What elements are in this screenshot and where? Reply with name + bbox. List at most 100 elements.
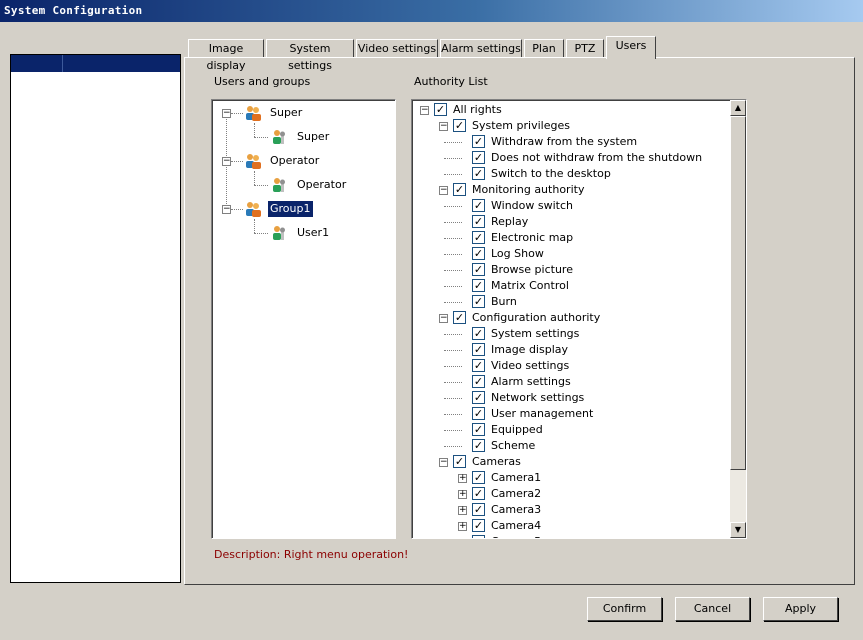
authority-item[interactable]: ✓ Matrix Control <box>412 278 730 294</box>
checkbox[interactable]: ✓ <box>472 215 485 228</box>
authority-item[interactable]: − ✓ All rights <box>412 102 730 118</box>
confirm-button[interactable]: Confirm <box>587 597 662 621</box>
checkbox[interactable]: ✓ <box>472 167 485 180</box>
authority-item[interactable]: ✓ Equipped <box>412 422 730 438</box>
checkbox[interactable]: ✓ <box>472 439 485 452</box>
users-groups-tree[interactable]: − Super Super − Operator Operator − Grou… <box>211 99 396 539</box>
authority-item[interactable]: ✓ User management <box>412 406 730 422</box>
checkbox[interactable]: ✓ <box>453 183 466 196</box>
tab-system-settings[interactable]: System settings <box>266 39 354 72</box>
authority-item[interactable]: ✓ Burn <box>412 294 730 310</box>
checkbox[interactable]: ✓ <box>472 343 485 356</box>
tree-connector <box>444 270 462 271</box>
authority-item[interactable]: + ✓ Camera4 <box>412 518 730 534</box>
authority-item[interactable]: ✓ Withdraw from the system <box>412 134 730 150</box>
left-list-column-1[interactable] <box>11 55 63 72</box>
authority-item[interactable]: ✓ Replay <box>412 214 730 230</box>
authority-item[interactable]: − ✓ Monitoring authority <box>412 182 730 198</box>
authority-scrollbar[interactable]: ▲ ▼ <box>730 100 746 538</box>
expand-icon[interactable]: + <box>458 474 467 483</box>
tab-alarm-settings[interactable]: Alarm settings <box>440 39 522 58</box>
authority-item[interactable]: ✓ Scheme <box>412 438 730 454</box>
authority-item[interactable]: + ✓ Camera2 <box>412 486 730 502</box>
authority-item[interactable]: ✓ Log Show <box>412 246 730 262</box>
expand-icon[interactable]: + <box>458 522 467 531</box>
collapse-icon[interactable]: − <box>420 106 429 115</box>
authority-item[interactable]: + ✓ Camera3 <box>412 502 730 518</box>
checkbox[interactable]: ✓ <box>472 247 485 260</box>
checkbox[interactable]: ✓ <box>453 455 466 468</box>
tab-ptz[interactable]: PTZ <box>566 39 604 58</box>
checkbox[interactable] <box>472 535 485 538</box>
collapse-icon[interactable]: − <box>222 205 231 214</box>
checkbox[interactable]: ✓ <box>472 199 485 212</box>
scroll-thumb[interactable] <box>730 116 746 470</box>
collapse-icon[interactable]: − <box>439 458 448 467</box>
checkbox[interactable]: ✓ <box>472 519 485 532</box>
checkbox[interactable]: ✓ <box>472 487 485 500</box>
cancel-button[interactable]: Cancel <box>675 597 750 621</box>
group-icon <box>246 202 261 217</box>
authority-item[interactable]: ✓ Image display <box>412 342 730 358</box>
authority-item[interactable]: ✓ Browse picture <box>412 262 730 278</box>
collapse-icon[interactable]: − <box>222 109 231 118</box>
checkbox[interactable]: ✓ <box>472 279 485 292</box>
checkbox[interactable]: ✓ <box>472 263 485 276</box>
tab-plan[interactable]: Plan <box>524 39 564 58</box>
checkbox[interactable]: ✓ <box>434 103 447 116</box>
checkbox[interactable]: ✓ <box>472 327 485 340</box>
user-key-icon <box>273 130 285 144</box>
tree-connector <box>444 158 462 159</box>
checkbox[interactable]: ✓ <box>472 151 485 164</box>
authority-item-label: Window switch <box>491 199 573 212</box>
checkbox[interactable]: ✓ <box>472 295 485 308</box>
tab-video-settings[interactable]: Video settings <box>356 39 438 58</box>
apply-button[interactable]: Apply <box>763 597 838 621</box>
checkbox[interactable]: ✓ <box>472 375 485 388</box>
authority-item[interactable]: ✓ Switch to the desktop <box>412 166 730 182</box>
authority-item[interactable]: − ✓ System privileges <box>412 118 730 134</box>
authority-item[interactable]: ✓ Window switch <box>412 198 730 214</box>
authority-item-label: Burn <box>491 295 517 308</box>
scroll-up-button[interactable]: ▲ <box>730 100 746 116</box>
authority-item[interactable]: ✓ Does not withdraw from the shutdown <box>412 150 730 166</box>
checkbox[interactable]: ✓ <box>472 407 485 420</box>
collapse-icon[interactable]: − <box>439 122 448 131</box>
checkbox[interactable]: ✓ <box>472 423 485 436</box>
expand-icon[interactable]: + <box>458 490 467 499</box>
authority-item-label: Cameras <box>472 455 521 468</box>
tree-connector <box>444 302 462 303</box>
authority-item[interactable]: ✓ Electronic map <box>412 230 730 246</box>
tab-image-display[interactable]: Image display <box>188 39 264 72</box>
collapse-icon[interactable]: − <box>222 157 231 166</box>
authority-item[interactable]: − ✓ Cameras <box>412 454 730 470</box>
authority-tree[interactable]: − ✓ All rights − ✓ System privileges ✓ Withdraw… <box>411 99 747 539</box>
authority-item[interactable]: ✓ Alarm settings <box>412 374 730 390</box>
description-text: Description: Right menu operation! <box>214 548 409 561</box>
authority-item-label: Image display <box>491 343 569 356</box>
expand-icon[interactable]: + <box>458 506 467 515</box>
checkbox[interactable]: ✓ <box>472 135 485 148</box>
authority-item-label: System privileges <box>472 119 570 132</box>
checkbox[interactable]: ✓ <box>472 471 485 484</box>
authority-item[interactable]: ✓ Video settings <box>412 358 730 374</box>
checkbox[interactable]: ✓ <box>472 391 485 404</box>
authority-item[interactable]: − ✓ Configuration authority <box>412 310 730 326</box>
checkbox[interactable]: ✓ <box>472 503 485 516</box>
left-list-column-2[interactable] <box>63 55 180 72</box>
collapse-icon[interactable]: − <box>439 186 448 195</box>
user-key-icon <box>273 178 285 192</box>
checkbox[interactable]: ✓ <box>453 119 466 132</box>
authority-item[interactable]: ✓ System settings <box>412 326 730 342</box>
collapse-icon[interactable]: − <box>439 314 448 323</box>
authority-item[interactable]: + ✓ Camera1 <box>412 470 730 486</box>
checkbox[interactable]: ✓ <box>472 359 485 372</box>
left-list-panel[interactable] <box>10 54 181 583</box>
authority-item[interactable]: ✓ Network settings <box>412 390 730 406</box>
scroll-down-button[interactable]: ▼ <box>730 522 746 538</box>
tab-users[interactable]: Users <box>606 36 656 59</box>
authority-item[interactable]: +Camera5 <box>412 534 730 538</box>
authority-item-label: Switch to the desktop <box>491 167 611 180</box>
checkbox[interactable]: ✓ <box>472 231 485 244</box>
checkbox[interactable]: ✓ <box>453 311 466 324</box>
